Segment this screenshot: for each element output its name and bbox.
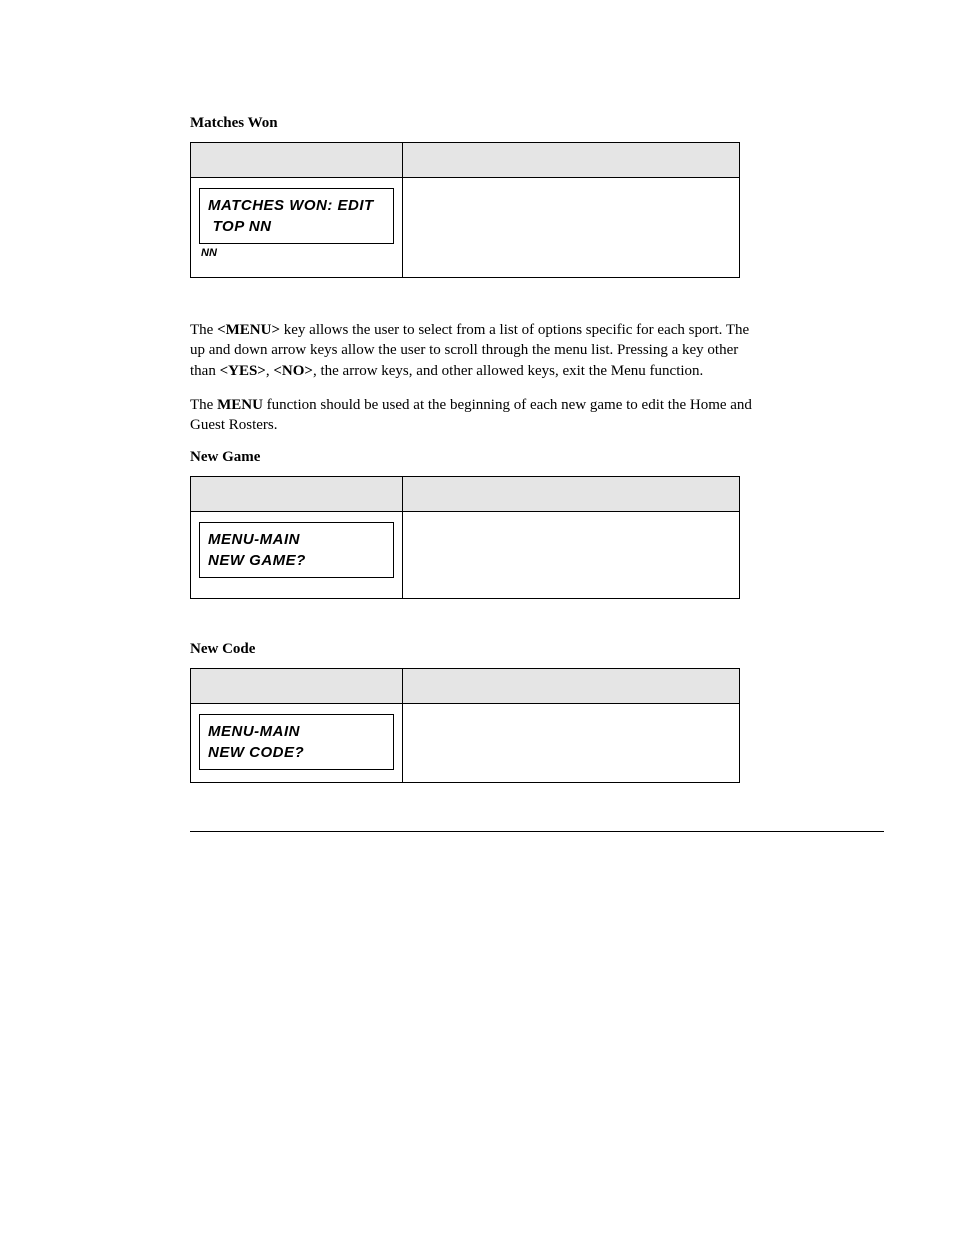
table-header-left: [191, 477, 403, 512]
table-header-right: [403, 669, 740, 704]
lcd-line-2: NEW CODE?: [208, 742, 385, 763]
lcd-box: MENU-MAIN NEW GAME?: [199, 522, 394, 578]
text-bold: <MENU>: [217, 322, 280, 338]
lcd-cell: MENU-MAIN NEW GAME?: [191, 512, 403, 599]
lcd-line-1: MENU-MAIN: [208, 721, 385, 742]
description-cell: [403, 704, 740, 783]
text-bold: MENU: [217, 397, 263, 413]
paragraph-menu-function: The MENU function should be used at the …: [190, 395, 764, 436]
description-cell: [403, 178, 740, 278]
lcd-line-1: MENU-MAIN: [208, 529, 385, 550]
lcd-line-2: NEW GAME?: [208, 550, 385, 571]
text: The: [190, 322, 217, 338]
table-new-code: MENU-MAIN NEW CODE?: [190, 668, 740, 783]
lcd-cell: MATCHES WON: EDIT TOP NN NN: [191, 178, 403, 278]
lcd-line-2: TOP NN: [208, 216, 385, 237]
text: The: [190, 397, 217, 413]
table-header-right: [403, 143, 740, 178]
lcd-box: MENU-MAIN NEW CODE?: [199, 714, 394, 770]
lcd-cell: MENU-MAIN NEW CODE?: [191, 704, 403, 783]
lcd-subnote: NN: [199, 246, 394, 259]
table-header-left: [191, 669, 403, 704]
page-footer-rule: [190, 831, 884, 832]
heading-new-code: New Code: [190, 641, 764, 658]
heading-new-game: New Game: [190, 449, 764, 466]
paragraph-menu-key: The <MENU> key allows the user to select…: [190, 320, 764, 381]
lcd-box: MATCHES WON: EDIT TOP NN: [199, 188, 394, 244]
table-header-left: [191, 143, 403, 178]
description-cell: [403, 512, 740, 599]
text: function should be used at the beginning…: [190, 397, 752, 433]
text: , the arrow keys, and other allowed keys…: [313, 363, 703, 379]
lcd-line-1: MATCHES WON: EDIT: [208, 195, 385, 216]
table-new-game: MENU-MAIN NEW GAME?: [190, 476, 740, 599]
heading-matches-won: Matches Won: [190, 115, 764, 132]
text-bold: <NO>: [273, 363, 313, 379]
table-matches-won: MATCHES WON: EDIT TOP NN NN: [190, 142, 740, 278]
text-bold: <YES>: [220, 363, 266, 379]
document-page: Matches Won MATCHES WON: EDIT TOP NN NN …: [0, 0, 954, 831]
table-header-right: [403, 477, 740, 512]
